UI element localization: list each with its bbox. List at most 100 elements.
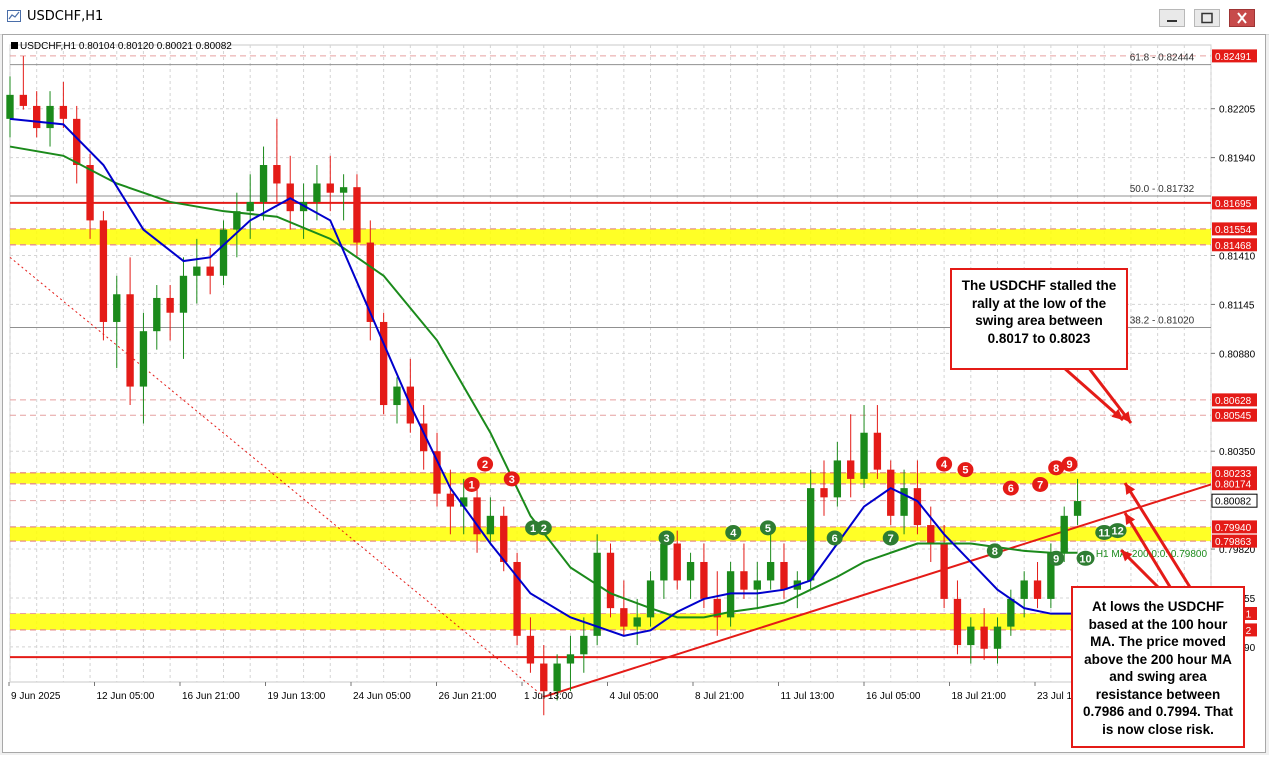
window-title: USDCHF,H1: [27, 9, 104, 24]
candle-body: [219, 229, 228, 276]
candle-body: [740, 571, 748, 590]
candle-body: [353, 187, 361, 243]
candle-body: [993, 626, 1002, 649]
candle-body: [193, 266, 201, 276]
minimize-icon: [1167, 20, 1177, 22]
candle-body: [379, 321, 388, 406]
candle-body: [873, 432, 882, 470]
maximize-icon: [1201, 12, 1213, 24]
candle-body: [113, 294, 121, 322]
y-axis-tick-label: 0.81410: [1219, 251, 1256, 262]
candle-body: [806, 488, 815, 581]
x-axis-tick-label: 18 Jul 21:00: [952, 691, 1007, 702]
candle-body: [967, 626, 975, 646]
price-level-label: 0.81468: [1215, 241, 1252, 252]
candle-body: [780, 561, 788, 590]
price-level-label: 0.81554: [1215, 225, 1252, 236]
app-window: USDCHF,H1 61.8 - 0.82444 50.0 - 0.81732 38…: [0, 0, 1269, 755]
swing-marker-label: 6: [832, 533, 838, 545]
swing-marker-label: 3: [509, 474, 515, 486]
x-axis-tick-label: 19 Jun 13:00: [268, 691, 326, 702]
candle-body: [820, 488, 828, 498]
x-axis-tick-label: 26 Jun 21:00: [439, 691, 497, 702]
candle-body: [99, 220, 108, 322]
fib-level-label: 50.0 - 0.81732: [1130, 184, 1195, 195]
maximize-button[interactable]: [1194, 9, 1220, 27]
candle-body: [259, 165, 268, 202]
price-level-label: 0.79863: [1215, 537, 1252, 548]
swing-marker-label: 10: [1079, 553, 1091, 565]
candle-body: [153, 297, 161, 332]
candle-body: [1073, 501, 1082, 516]
candle-body: [633, 617, 641, 627]
x-axis-tick-label: 12 Jun 05:00: [97, 691, 155, 702]
candle-body: [433, 451, 441, 494]
x-axis-tick-label: 8 Jul 21:00: [695, 691, 744, 702]
callout-stalled-rally: The USDCHF stalled the rally at the low …: [950, 268, 1128, 370]
candle-body: [887, 469, 895, 516]
close-icon: [1237, 12, 1247, 24]
candle-body: [673, 543, 681, 581]
swing-marker-label: 1: [530, 523, 536, 535]
candle-body: [246, 201, 254, 212]
candle-body: [339, 187, 348, 193]
candle-body: [766, 561, 775, 581]
candle-body: [660, 543, 668, 581]
price-level-label: 0.80174: [1215, 480, 1252, 491]
price-level-label: 0.82491: [1215, 52, 1252, 63]
x-axis-tick-label: 9 Jun 2025: [11, 691, 61, 702]
candle-body: [33, 105, 41, 129]
candle-body: [366, 242, 374, 322]
price-level-label: 0.80628: [1215, 396, 1252, 407]
candle-body: [1033, 580, 1042, 599]
candle-body: [313, 183, 321, 202]
candle-body: [753, 580, 761, 590]
swing-marker-label: 5: [962, 465, 968, 477]
candle-body: [620, 608, 628, 627]
minimize-button[interactable]: [1159, 9, 1185, 27]
chart-header-ohlc: USDCHF,H1 0.80104 0.80120 0.80021 0.8008…: [20, 41, 232, 52]
y-axis-tick-label: 0.80350: [1219, 447, 1256, 458]
y-axis-tick-label: 0.81940: [1219, 154, 1256, 165]
candle-body: [446, 493, 455, 507]
y-axis-tick-label: 0.81145: [1219, 300, 1255, 311]
candle-body: [486, 515, 495, 535]
window-titlebar[interactable]: USDCHF,H1: [0, 0, 1269, 35]
x-axis-tick-label: 24 Jun 05:00: [353, 691, 411, 702]
candle-body: [206, 266, 214, 276]
price-level-label: 0.81695: [1215, 199, 1252, 210]
swing-marker-label: 5: [765, 523, 771, 535]
swing-marker-label: 8: [1053, 463, 1059, 475]
swing-marker-label: 4: [941, 459, 948, 471]
swing-marker-label: 4: [730, 527, 737, 539]
candle-body: [233, 211, 241, 230]
candle-body: [526, 635, 535, 664]
candle-body: [606, 552, 615, 609]
swing-marker-label: 2: [482, 459, 488, 471]
candle-body: [179, 275, 188, 313]
price-level-label: 0.79940: [1215, 523, 1252, 534]
callout-based-at-100ma: At lows the USDCHF based at the 100 hour…: [1071, 586, 1245, 748]
symbol-dropdown-icon[interactable]: [11, 42, 18, 49]
candle-body: [860, 432, 868, 479]
candle-body: [833, 460, 842, 498]
candle-body: [166, 297, 174, 313]
fib-level-label: 38.2 - 0.81020: [1130, 315, 1195, 326]
candle-body: [553, 663, 561, 692]
candle-body: [847, 460, 855, 479]
swing-area-zone: [10, 526, 1211, 542]
candle-body: [953, 598, 962, 646]
candle-body: [139, 331, 148, 387]
candle-body: [6, 94, 14, 119]
candle-body: [700, 561, 708, 599]
candle-body: [126, 294, 134, 387]
candle-body: [1020, 580, 1028, 599]
price-level-label: 0.80545: [1215, 411, 1252, 422]
candle-body: [646, 580, 655, 618]
candle-body: [540, 663, 548, 692]
x-axis-tick-label: 4 Jul 05:00: [610, 691, 659, 702]
swing-marker-label: 9: [1066, 459, 1072, 471]
x-axis-tick-label: 1 Jul 13:00: [524, 691, 573, 702]
candle-body: [19, 94, 28, 106]
close-button[interactable]: [1229, 9, 1255, 27]
